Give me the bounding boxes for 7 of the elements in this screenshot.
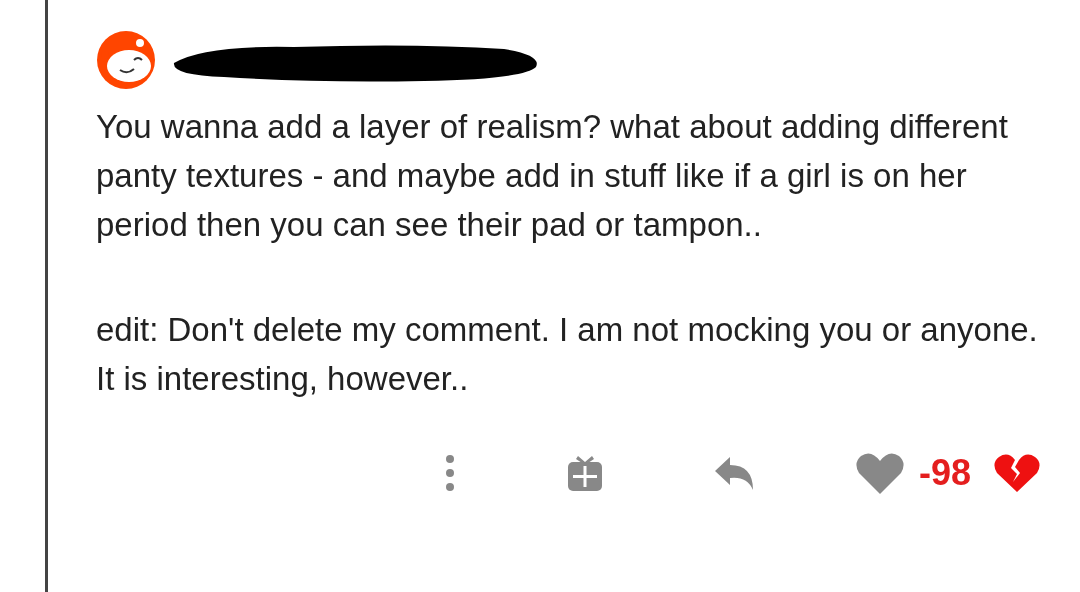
vote-score: -98	[918, 452, 971, 494]
broken-heart-icon[interactable]	[993, 453, 1041, 493]
avatar-icon	[96, 30, 156, 90]
comment-text: edit: Don't delete my comment. I am not mocking you or anyone. It is interesting, however..	[96, 310, 1039, 399]
comment-text: You wanna add a layer of realism? what about adding different panty textures - and maybe add in stuff like if a girl is on her period then you can see their pad or tampon..	[96, 107, 1009, 245]
gift-icon[interactable]	[566, 454, 603, 492]
upvote-heart-icon[interactable]	[854, 451, 905, 495]
